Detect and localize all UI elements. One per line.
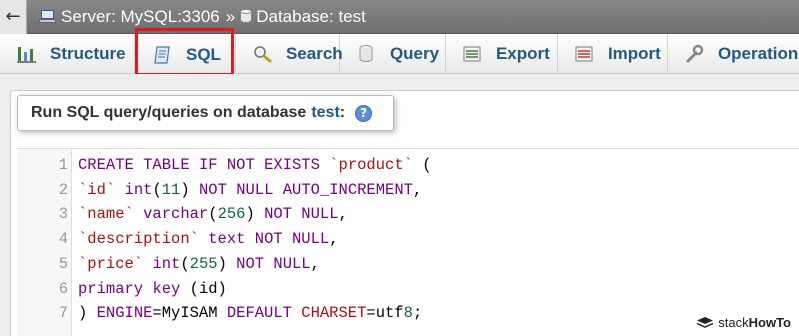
- code-text: `price` int(255) NOT NULL,: [78, 254, 320, 273]
- import-icon: [574, 44, 596, 64]
- breadcrumb-database-label[interactable]: Database: test: [256, 7, 366, 27]
- database-icon: [240, 9, 253, 24]
- brand-light: stack: [718, 315, 749, 330]
- code-line[interactable]: 5 `price` int(255) NOT NULL,: [17, 252, 799, 276]
- legend-colon: :: [339, 104, 346, 121]
- tab-query-label: Query: [389, 44, 440, 63]
- tab-search-label: Search: [285, 44, 343, 63]
- code-line[interactable]: 3 `name` varchar(256) NOT NULL,: [17, 202, 799, 226]
- tab-query[interactable]: Query: [340, 34, 446, 74]
- tab-bar: Structure SQL Search Query Export Import: [0, 28, 799, 76]
- breadcrumb-separator: »: [225, 6, 236, 26]
- tab-structure-label: Structure: [50, 44, 126, 63]
- tab-export-label: Export: [495, 44, 550, 63]
- search-icon: [252, 44, 274, 64]
- code-line[interactable]: 6 primary key (id): [17, 277, 799, 301]
- breadcrumb-server-label[interactable]: Server: MySQL:3306: [61, 7, 220, 27]
- code-text: CREATE TABLE IF NOT EXISTS `product` (: [78, 156, 432, 174]
- query-icon: [356, 44, 378, 64]
- wrench-icon: [684, 44, 706, 64]
- tab-operations[interactable]: Operations: [668, 34, 799, 74]
- breadcrumb-server[interactable]: Server: MySQL:3306: [39, 7, 220, 27]
- stackhowto-watermark: stack HowTo: [696, 315, 791, 330]
- code-text: primary key (id): [78, 279, 227, 298]
- code-line[interactable]: 4 `description` text NOT NULL,: [17, 227, 799, 251]
- line-number: 6: [58, 279, 68, 298]
- help-icon[interactable]: ?: [355, 104, 373, 122]
- code-text: `description` text NOT NULL,: [78, 230, 339, 249]
- tab-sql[interactable]: SQL: [135, 28, 234, 76]
- structure-icon: [16, 44, 38, 64]
- line-number: 2: [58, 180, 68, 199]
- tab-sql-label: SQL: [186, 44, 221, 64]
- code-line[interactable]: 7 ) ENGINE=MyISAM DEFAULT CHARSET=utf8;: [17, 301, 799, 325]
- line-number: 3: [58, 205, 68, 224]
- code-line[interactable]: 1 CREATE TABLE IF NOT EXISTS `product` (: [17, 153, 799, 177]
- code-text: `name` varchar(256) NOT NULL,: [78, 205, 348, 224]
- query-legend-text: Run SQL query/queries on database: [31, 104, 307, 121]
- line-number: 1: [58, 156, 68, 174]
- code-text: ) ENGINE=MyISAM DEFAULT CHARSET=utf8;: [78, 304, 423, 323]
- database-name-link[interactable]: test: [311, 104, 339, 122]
- code-text: `id` int(11) NOT NULL AUTO_INCREMENT,: [78, 180, 423, 199]
- brand-bold: HowTo: [748, 315, 791, 330]
- export-icon: [462, 44, 484, 64]
- code-line[interactable]: 2 `id` int(11) NOT NULL AUTO_INCREMENT,: [17, 178, 799, 202]
- tab-structure[interactable]: Structure: [0, 34, 135, 74]
- line-number: 7: [58, 304, 68, 323]
- tab-search[interactable]: Search: [234, 34, 343, 74]
- back-arrow-button[interactable]: ←: [0, 0, 27, 34]
- tab-import-label: Import: [607, 44, 661, 63]
- stack-logo-icon: [696, 316, 714, 330]
- query-legend: Run SQL query/queries on database test :…: [17, 95, 394, 131]
- sql-editor[interactable]: 1 CREATE TABLE IF NOT EXISTS `product` ( 2…: [17, 148, 799, 336]
- server-icon: [39, 9, 57, 24]
- line-number: 5: [58, 254, 68, 273]
- tab-operations-label: Operations: [717, 44, 799, 63]
- breadcrumb: ← Server: MySQL:3306 » Database: test: [0, 0, 799, 34]
- sql-document-icon: [152, 45, 174, 65]
- tab-export[interactable]: Export: [446, 34, 558, 74]
- line-number: 4: [58, 230, 68, 249]
- breadcrumb-database[interactable]: Database: test: [240, 7, 366, 27]
- tab-import[interactable]: Import: [558, 34, 668, 74]
